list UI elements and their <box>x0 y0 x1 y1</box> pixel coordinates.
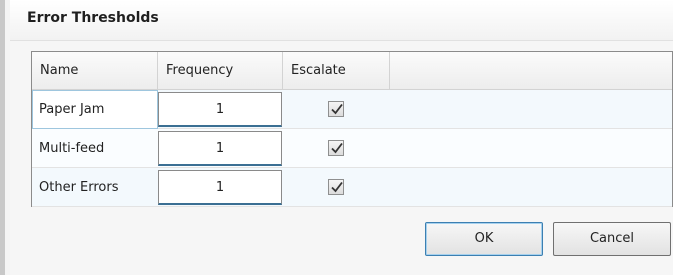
grid-header: Name Frequency Escalate <box>32 52 672 90</box>
error-thresholds-dialog: Error Thresholds Name Frequency Escalate… <box>0 0 673 275</box>
table-row[interactable]: Multi-feed 1 <box>32 129 672 168</box>
frequency-input[interactable]: 1 <box>158 131 282 166</box>
escalate-cell <box>283 90 390 129</box>
checkmark-icon <box>331 142 343 154</box>
frequency-input[interactable]: 1 <box>158 170 282 205</box>
dialog-title: Error Thresholds <box>27 10 159 26</box>
row-name-cell[interactable]: Paper Jam <box>32 90 158 129</box>
escalate-checkbox[interactable] <box>328 101 344 117</box>
checkmark-icon <box>331 103 343 115</box>
table-row[interactable]: Paper Jam 1 <box>32 90 672 129</box>
frequency-input[interactable]: 1 <box>158 92 282 127</box>
escalate-cell <box>283 168 390 207</box>
escalate-checkbox[interactable] <box>328 140 344 156</box>
ok-button[interactable]: OK <box>425 222 543 256</box>
escalate-checkbox[interactable] <box>328 179 344 195</box>
column-header-escalate[interactable]: Escalate <box>283 52 390 90</box>
column-header-frequency[interactable]: Frequency <box>158 52 283 90</box>
row-name-cell[interactable]: Multi-feed <box>32 129 158 168</box>
checkmark-icon <box>331 181 343 193</box>
cancel-button[interactable]: Cancel <box>553 222 671 256</box>
column-header-name[interactable]: Name <box>32 52 158 90</box>
column-header-filler <box>390 52 672 90</box>
escalate-cell <box>283 129 390 168</box>
table-row[interactable]: Other Errors 1 <box>32 168 672 207</box>
error-thresholds-grid: Name Frequency Escalate Paper Jam 1 Mult… <box>31 51 673 207</box>
dialog-title-bar: Error Thresholds <box>10 0 673 40</box>
row-name-cell[interactable]: Other Errors <box>32 168 158 207</box>
